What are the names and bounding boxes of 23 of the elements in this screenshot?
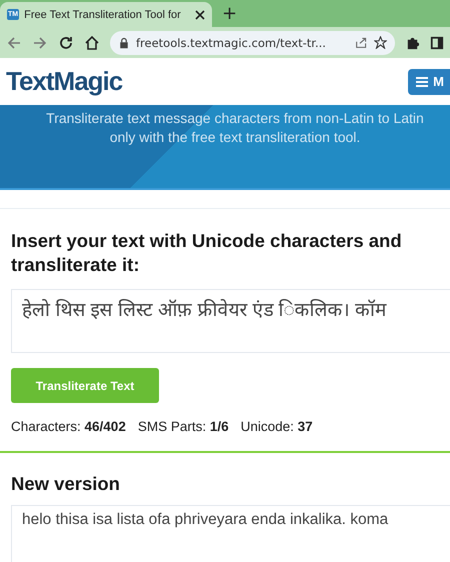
- sidebar-icon[interactable]: [430, 36, 444, 50]
- section-heading: Insert your text with Unicode characters and transliterate it:: [11, 229, 403, 277]
- home-icon[interactable]: [84, 34, 100, 50]
- reload-icon[interactable]: [58, 34, 74, 50]
- puzzle-icon[interactable]: [405, 35, 420, 50]
- stat-text: Unicode: 37: [240, 419, 313, 434]
- lock-icon: [118, 36, 130, 48]
- hero-subtitle: Transliterate text message characters from non-Latin to Latin only with the free text transliteration tool.: [45, 109, 425, 147]
- close-icon[interactable]: [195, 10, 205, 20]
- menu-button[interactable]: M: [408, 68, 450, 94]
- forward-icon[interactable]: [32, 34, 48, 50]
- back-icon[interactable]: [6, 34, 22, 50]
- share-icon[interactable]: [355, 36, 368, 49]
- address-bar[interactable]: freetools.textmagic.com/text-tr...: [110, 30, 395, 54]
- new-tab-button[interactable]: +: [222, 4, 238, 24]
- section-heading: New version: [11, 473, 121, 495]
- text-input-field[interactable]: हेलो थिस इस लिस्ट ऑफ़ फ्रीवेयर एंड िकलिक। कॉम: [11, 289, 450, 353]
- star-icon[interactable]: [374, 36, 387, 49]
- output-field[interactable]: helo thisa isa lista ofa phriveyara enda inkalika. koma: [11, 505, 450, 562]
- stat-text: Characters: 46/402: [11, 419, 126, 434]
- stat-text: SMS Parts: 1/6: [138, 419, 229, 434]
- menu-icon: [416, 76, 428, 86]
- logo[interactable]: TextMagic: [6, 66, 122, 97]
